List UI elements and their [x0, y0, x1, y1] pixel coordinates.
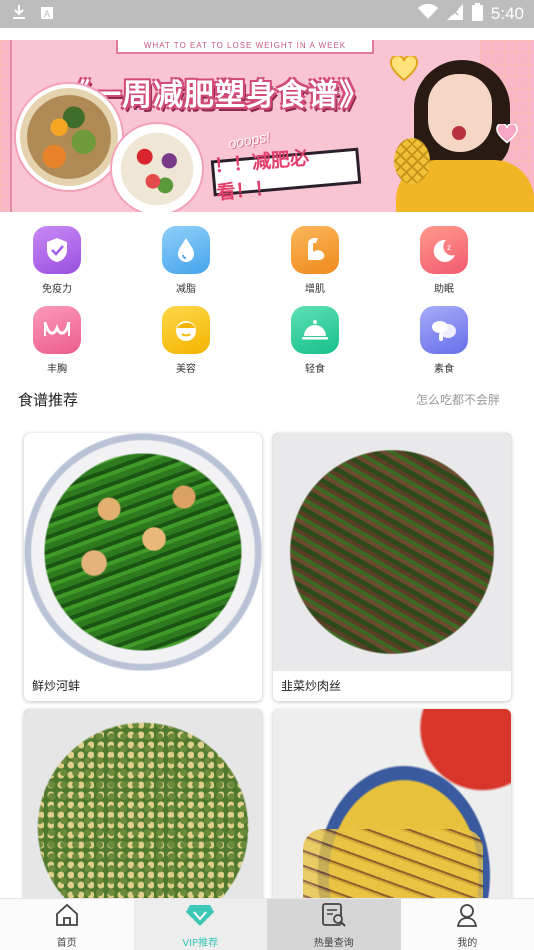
profile-icon: [454, 902, 480, 932]
nav-home[interactable]: 首页: [0, 899, 134, 950]
recipe-photo: [273, 433, 511, 671]
category-label: 助眠: [434, 284, 454, 295]
banner-top-caption: WHAT TO EAT TO LOSE WEIGHT IN A WEEK: [116, 40, 374, 54]
section-more-link[interactable]: 怎么吃都不会胖: [416, 391, 500, 408]
category-breast[interactable]: 丰胸: [17, 306, 97, 382]
cellular-signal-icon: [446, 3, 464, 25]
category-label: 减脂: [176, 284, 196, 295]
recipe-card[interactable]: 韭菜炒肉丝: [273, 433, 511, 701]
moon-sleep-icon: z: [420, 226, 468, 274]
category-fat-loss[interactable]: 减脂: [146, 226, 226, 302]
status-time: 5:40: [490, 4, 524, 23]
nav-label: 热量查询: [313, 937, 354, 949]
recipe-name: 鲜炒河蚌: [32, 679, 81, 693]
category-vegetarian[interactable]: 素食: [404, 306, 484, 382]
salad-plate-image: [16, 84, 122, 190]
wifi-icon: [417, 3, 438, 24]
heart-icon: [389, 54, 419, 86]
section-title: 食谱推荐: [18, 391, 79, 409]
battery-icon: [471, 3, 483, 25]
vegetable-icon: [420, 306, 468, 354]
cloche-icon: [291, 306, 339, 354]
promo-banner[interactable]: WHAT TO EAT TO LOSE WEIGHT IN A WEEK 《一周…: [0, 40, 534, 212]
nav-vip[interactable]: VIP推荐: [133, 899, 267, 950]
muscle-arm-icon: [291, 226, 339, 274]
category-sleep[interactable]: z 助眠: [404, 226, 484, 302]
recipe-card[interactable]: 鲜炒河蚌: [24, 433, 262, 701]
status-bar: A 5:40: [0, 0, 534, 28]
bra-icon: [33, 306, 81, 354]
recipe-photo: [24, 433, 262, 671]
heart-icon: [496, 122, 518, 148]
nav-label: 我的: [457, 937, 478, 949]
home-icon: [54, 902, 80, 932]
category-label: 素食: [434, 364, 454, 375]
face-icon: [162, 306, 210, 354]
vip-diamond-icon: [185, 902, 215, 932]
category-label: 美容: [176, 364, 196, 375]
nav-profile[interactable]: 我的: [401, 899, 534, 950]
recipe-name: 韭菜炒肉丝: [281, 679, 342, 693]
shield-icon: [33, 226, 81, 274]
category-muscle[interactable]: 增肌: [275, 226, 355, 302]
category-label: 丰胸: [47, 364, 67, 375]
category-label: 免疫力: [42, 284, 72, 295]
svg-text:z: z: [447, 243, 451, 252]
category-label: 增肌: [305, 284, 325, 295]
pineapple-icon: [394, 138, 430, 184]
app-notification-icon: A: [40, 5, 54, 24]
nav-calorie-search[interactable]: 热量查询: [267, 899, 401, 950]
fruit-plate-image: [112, 124, 202, 212]
nav-label: 首页: [56, 937, 77, 949]
category-immunity[interactable]: 免疫力: [17, 226, 97, 302]
category-light-meal[interactable]: 轻食: [275, 306, 355, 382]
nav-label: VIP推荐: [182, 937, 219, 949]
category-beauty[interactable]: 美容: [146, 306, 226, 382]
calorie-search-icon: [320, 902, 348, 932]
water-drop-icon: [162, 226, 210, 274]
category-label: 轻食: [305, 364, 325, 375]
banner-sticker: ！！减肥必看！！: [210, 147, 362, 204]
svg-text:A: A: [44, 9, 50, 19]
bottom-nav: 首页 VIP推荐 热量查询 我的: [0, 898, 534, 950]
download-icon: [12, 4, 26, 24]
